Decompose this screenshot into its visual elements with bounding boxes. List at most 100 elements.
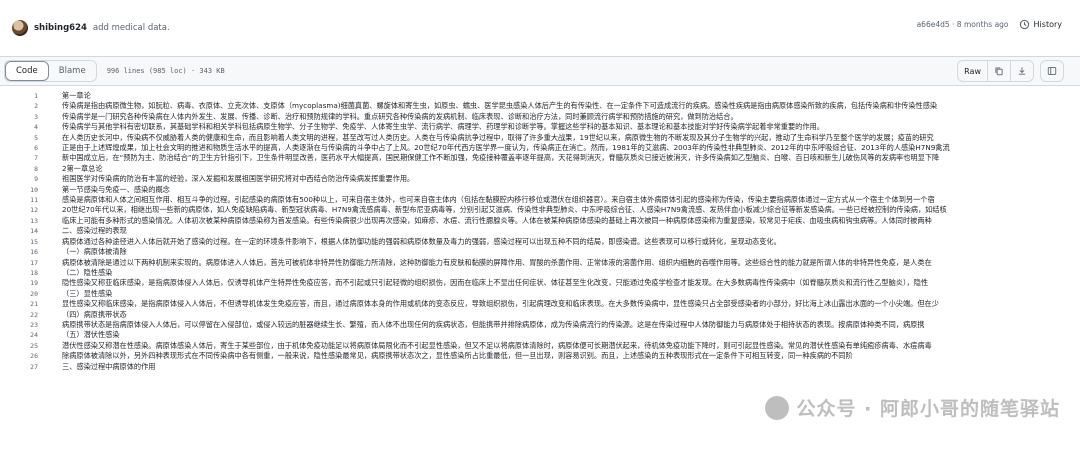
line-number[interactable]: 21 [0,299,38,309]
line-content: 二、感染过程的表现 [62,226,127,236]
code-line: 10 第一节感染与免疫一、感染的概念 [0,185,1080,195]
line-content: 第一节感染与免疫一、感染的概念 [62,184,170,194]
line-number[interactable]: 7 [0,153,38,163]
line-content: 新中国成立后，在“预防为主、防治结合”的卫生方针指引下，卫生条件明显改善，医药水… [62,153,940,163]
line-number[interactable]: 23 [0,320,38,330]
code-line: 20 （三）显性感染 [0,289,1080,299]
line-number[interactable]: 6 [0,143,38,153]
line-content: 传染病学与其他学科有密切联系，其基础学科和相关学科包括病原生物学、分子生物学、免… [62,122,824,132]
file-toolbar: Code Blame 996 lines (985 loc) · 343 KB … [0,56,1080,86]
line-content: （二）隐性感染 [62,267,113,277]
code-line: 22 （四）病原携带状态 [0,310,1080,320]
line-content: （三）显性感染 [62,288,113,298]
blame-tab[interactable]: Blame [49,61,96,81]
watermark-text: 公众号 · 阿郎小哥的随笔驿站 [796,398,1060,420]
line-content: （一）病原体被清除 [62,247,127,257]
code-line: 9 祖国医学对传染病的防治有丰富的经验，深入发掘和发展祖国医学研究将对中西结合防治… [0,174,1080,184]
line-number[interactable]: 12 [0,205,38,215]
line-number[interactable]: 20 [0,289,38,299]
line-number[interactable]: 9 [0,174,38,184]
latest-commit-bar: shibing624 add medical data. a66e4d5 · 8… [0,13,1080,43]
code-line: 15 病原体通过各种途径进入人体后就开始了感染的过程。在一定的环境条件影响下，根据… [0,237,1080,247]
code-line: 6 正是由于上述辉煌成果，加上社会文明的推进和物质生活水平的提高，人类逐渐在与传染… [0,143,1080,153]
watermark: 公众号 · 阿郎小哥的随笔驿站 [764,394,1060,421]
line-number[interactable]: 18 [0,268,38,278]
code-line: 8 2第一章总论 [0,164,1080,174]
line-number[interactable]: 22 [0,310,38,320]
line-number[interactable]: 1 [0,91,38,101]
line-content: 感染是病原体和人体之间相互作用、相互斗争的过程。引起感染的病原体有500种以上，… [62,195,935,205]
line-content: 除病原体被清除以外，另外四种表现形式在不同传染病中各有侧重，一般来说，隐性感染最… [62,351,853,361]
line-number[interactable]: 11 [0,195,38,205]
sidebar-panel-icon [1047,67,1057,75]
line-number[interactable]: 13 [0,216,38,226]
line-content: 潜伏性感染又称潜在性感染。病原体感染人体后，寄生于某些部位，由于机体免疫功能足以… [62,340,932,350]
line-content: 传染病学是一门研究各种传染病在人体内外发生、发展、传播、诊断、治疗和预防规律的学… [62,111,738,121]
code-line: 12 20世纪70年代以来，相继出现一些新的病原体，如人免疫缺陷病毒、新型冠状病毒… [0,205,1080,215]
line-content: 三、感染过程中病原体的作用 [62,361,156,371]
view-mode-toggle: Code Blame [4,60,97,82]
line-number[interactable]: 15 [0,237,38,247]
commit-author-link[interactable]: shibing624 [34,23,87,33]
history-clock-icon [1019,19,1029,30]
download-raw-button[interactable] [1011,61,1033,81]
line-number[interactable]: 19 [0,278,38,288]
copy-icon [995,67,1003,76]
line-content: 病原携带状态是指病原体侵入人体后，可以停留在入侵部位，或侵入较远的脏器继续生长、… [62,319,925,329]
code-line: 19 隐性感染又称亚临床感染，是指病原体侵入人体后，仅诱导机体产生特异性免疫应答，… [0,278,1080,288]
code-line: 23 病原携带状态是指病原体侵入人体后，可以停留在入侵部位，或侵入较远的脏器继续生… [0,320,1080,330]
code-line: 25 潜伏性感染又称潜在性感染。病原体感染人体后，寄生于某些部位，由于机体免疫功能… [0,341,1080,351]
code-line: 27 三、感染过程中病原体的作用 [0,362,1080,372]
code-line: 5 在人类历史长河中，传染病不仅威胁着人类的健康和生命，而且影响着人类文明的进程，… [0,133,1080,143]
line-number[interactable]: 17 [0,258,38,268]
commit-message-link[interactable]: add medical data. [93,23,170,33]
code-line: 3 传染病学是一门研究各种传染病在人体内外发生、发展、传播、诊断、治疗和预防规律的… [0,112,1080,122]
line-number[interactable]: 5 [0,133,38,143]
raw-actions-group: Raw [957,60,1034,82]
symbols-panel-button[interactable] [1040,60,1064,82]
code-line: 26 除病原体被清除以外，另外四种表现形式在不同传染病中各有侧重，一般来说，隐性感… [0,351,1080,361]
line-number[interactable]: 24 [0,330,38,340]
file-info: 996 lines (985 loc) · 343 KB [106,67,225,75]
line-number[interactable]: 26 [0,351,38,361]
file-actions: Raw [957,60,1064,82]
line-number[interactable]: 3 [0,112,38,122]
history-button[interactable]: History [1019,19,1062,30]
code-line: 18 （二）隐性感染 [0,268,1080,278]
line-content: 在人类历史长河中，传染病不仅威胁着人类的健康和生命，而且影响着人类文明的进程，甚… [62,132,934,142]
line-content: 隐性感染又称亚临床感染，是指病原体侵入人体后，仅诱导机体产生特异性免疫应答，而不… [62,278,929,288]
raw-button[interactable]: Raw [958,61,988,81]
line-content: 20世纪70年代以来，相继出现一些新的病原体，如人免疫缺陷病毒、新型冠状病毒、H… [62,205,947,215]
line-content: 正是由于上述辉煌成果，加上社会文明的推进和物质生活水平的提高，人类逐渐在与传染病… [62,143,950,153]
code-line: 7 新中国成立后，在“预防为主、防治结合”的卫生方针指引下，卫生条件明显改善，医药… [0,153,1080,163]
line-number[interactable]: 25 [0,341,38,351]
watermark-logo [764,395,789,420]
code-line: 4 传染病学与其他学科有密切联系，其基础学科和相关学科包括病原生物学、分子生物学、… [0,122,1080,132]
line-content: 临床上可能有多种形式的感染情况。人体初次被某种病原体感染称为首发感染。有些传染病… [62,215,932,225]
code-line: 14 二、感染过程的表现 [0,226,1080,236]
history-label: History [1033,20,1062,29]
code-line: 11 感染是病原体和人体之间相互作用、相互斗争的过程。引起感染的病原体有500种以… [0,195,1080,205]
author-avatar[interactable] [12,20,28,36]
line-content: （四）病原携带状态 [62,309,127,319]
line-number[interactable]: 10 [0,185,38,195]
code-tab[interactable]: Code [5,61,49,81]
code-line: 17 病原体被清除是通过以下两种机制来实现的。病原体进入人体后，首先可被机体非特异… [0,258,1080,268]
line-number[interactable]: 27 [0,362,38,372]
line-number[interactable]: 16 [0,247,38,257]
line-number[interactable]: 14 [0,226,38,236]
line-content: （五）潜伏性感染 [62,330,120,340]
code-line: 1 第一章论 [0,91,1080,101]
code-line: 21 显性感染又称临床感染，是指病原体侵入人体后，不但诱导机体发生免疫应答，而且，… [0,299,1080,309]
line-content: 病原体通过各种途径进入人体后就开始了感染的过程。在一定的环境条件影响下，根据人体… [62,236,781,246]
copy-raw-button[interactable] [988,61,1011,81]
line-number[interactable]: 4 [0,122,38,132]
commit-right-group: a66e4d5 · 8 months ago History [917,19,1062,30]
line-number[interactable]: 2 [0,101,38,111]
line-number[interactable]: 8 [0,164,38,174]
commit-sha-and-age[interactable]: a66e4d5 · 8 months ago [917,20,1009,29]
line-content: 第一章论 [62,91,91,100]
code-line: 24 （五）潜伏性感染 [0,330,1080,340]
line-content: 祖国医学对传染病的防治有丰富的经验，深入发掘和发展祖国医学研究将对中西结合防治传… [62,174,415,184]
code-line: 13 临床上可能有多种形式的感染情况。人体初次被某种病原体感染称为首发感染。有些传… [0,216,1080,226]
